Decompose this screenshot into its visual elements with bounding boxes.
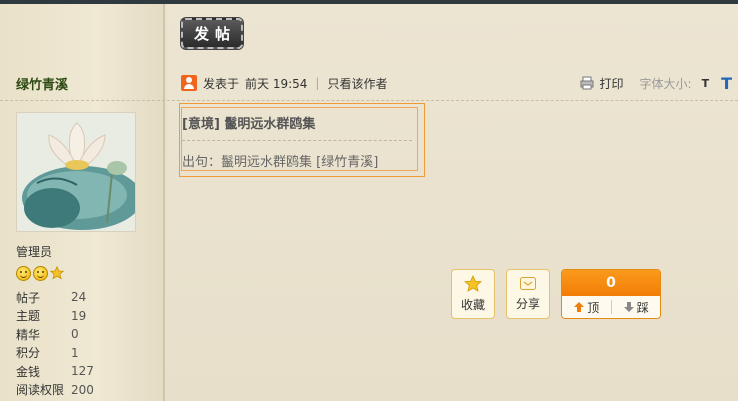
- smile-icon: [33, 266, 48, 281]
- user-icon: [181, 75, 197, 91]
- post-header-divider: [167, 100, 738, 101]
- level-icons: [16, 266, 64, 281]
- author-stats: 帖子 24 主题 19 精华 0 积分 1 金钱 127 阅读权限 200: [16, 288, 156, 399]
- post-content: 出句：鬣明远水群鸥集 [绿竹青溪]: [182, 155, 379, 170]
- stat-value[interactable]: 19: [71, 309, 86, 323]
- stat-label: 金钱: [16, 364, 41, 379]
- star-icon: [464, 275, 482, 292]
- printer-icon: [580, 76, 593, 90]
- stat-row-money: 金钱 127: [16, 362, 156, 381]
- stat-row-read-permission: 阅读权限 200: [16, 381, 156, 400]
- stat-row-topics: 主题 19: [16, 307, 156, 326]
- stat-value: 1: [71, 345, 79, 360]
- stat-value: 127: [71, 364, 94, 379]
- favorite-button[interactable]: 收藏: [451, 269, 495, 319]
- posted-time: 前天 19:54: [245, 76, 308, 91]
- stat-row-digest: 精华 0: [16, 325, 156, 344]
- stat-value[interactable]: 24: [71, 290, 86, 304]
- arrow-up-icon: [574, 302, 585, 312]
- separator: |: [315, 76, 320, 90]
- stat-label: 主题: [16, 309, 41, 324]
- only-author-link[interactable]: 只看该作者: [327, 75, 387, 92]
- favorite-label: 收藏: [460, 298, 485, 312]
- stat-label: 精华: [16, 327, 41, 342]
- vote-up-button[interactable]: 顶: [562, 299, 611, 316]
- vote-down-label: 踩: [636, 300, 649, 315]
- smile-icon: [16, 266, 31, 281]
- post-main-area: [167, 4, 738, 401]
- vote-actions: 顶 踩: [562, 296, 660, 318]
- font-large-button[interactable]: T: [721, 74, 732, 93]
- share-label: 分享: [515, 297, 540, 311]
- title-divider: [182, 140, 412, 141]
- stat-row-points: 积分 1: [16, 344, 156, 363]
- post-tools: 打印 字体大小: T T: [580, 74, 732, 93]
- vote-down-button[interactable]: 踩: [612, 299, 661, 316]
- stat-label: 帖子: [16, 290, 41, 305]
- arrow-down-icon: [623, 302, 634, 312]
- font-small-button[interactable]: T: [702, 77, 710, 90]
- star-icon: [50, 266, 64, 280]
- stat-label: 阅读权限: [16, 383, 65, 398]
- avatar[interactable]: [16, 112, 136, 232]
- stat-row-posts: 帖子 24: [16, 288, 156, 307]
- author-name[interactable]: 绿竹青溪: [16, 74, 68, 93]
- share-icon: [520, 277, 536, 290]
- post-title: [意境] 鬣明远水群鸥集: [182, 117, 316, 132]
- stat-label: 积分: [16, 346, 41, 361]
- vote-count: 0: [562, 270, 660, 296]
- sidebar-divider: [0, 100, 165, 101]
- font-size-label: 字体大小:: [639, 76, 692, 91]
- vote-widget: 0 顶 踩: [561, 269, 661, 319]
- user-role: 管理员: [16, 245, 53, 259]
- new-post-button[interactable]: 发帖: [181, 18, 243, 49]
- posted-prefix: 发表于: [203, 76, 240, 91]
- print-link[interactable]: 打印: [600, 75, 624, 92]
- stat-value: 200: [71, 382, 94, 397]
- stat-value[interactable]: 0: [71, 327, 79, 341]
- post-info-bar: 发表于 前天 19:54 | 只看该作者: [181, 74, 387, 92]
- vote-up-label: 顶: [587, 300, 600, 315]
- share-button[interactable]: 分享: [506, 269, 550, 319]
